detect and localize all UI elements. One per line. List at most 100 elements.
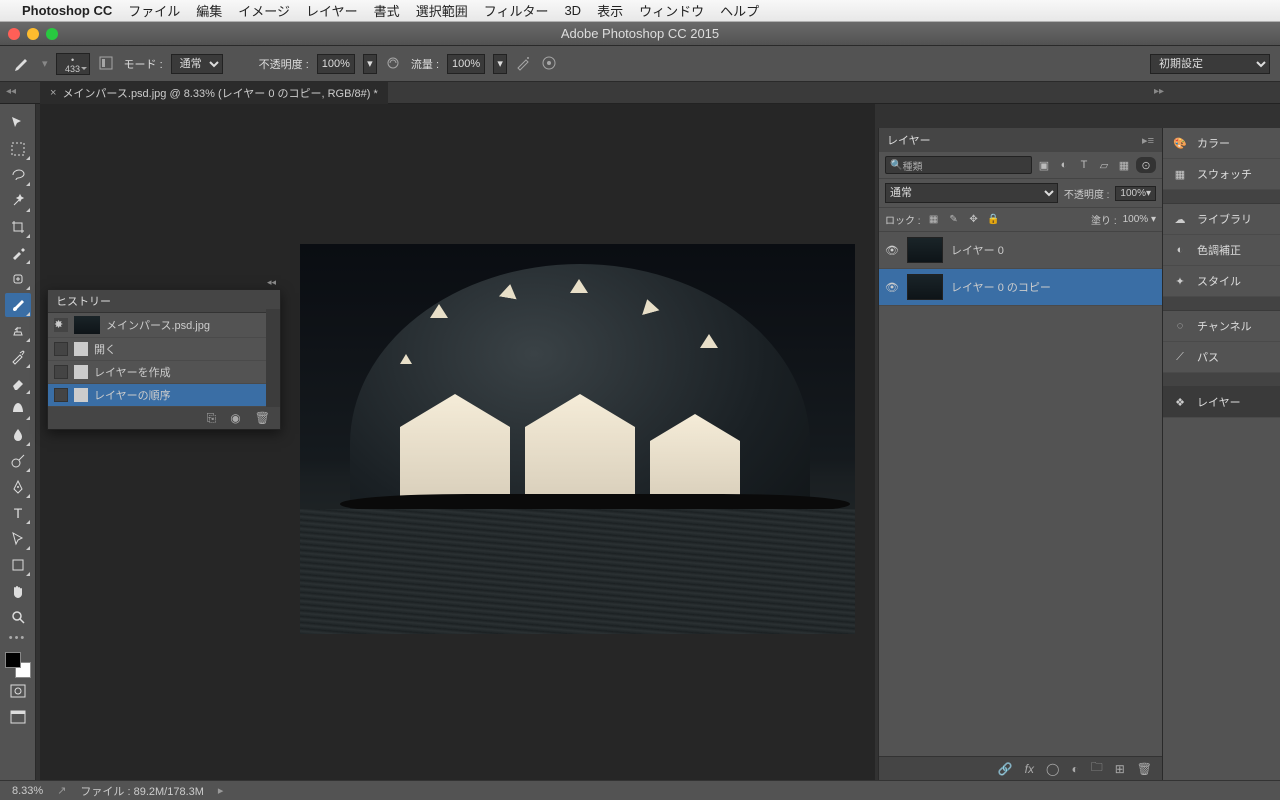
- panel-menu-icon[interactable]: ▸≡: [1142, 134, 1154, 147]
- layer-row[interactable]: 👁 レイヤー 0: [879, 232, 1162, 269]
- blur-tool[interactable]: [5, 423, 31, 447]
- lock-transparency-icon[interactable]: ▦: [927, 213, 941, 227]
- layer-group-icon[interactable]: 🗀: [1091, 758, 1103, 779]
- screen-mode-icon[interactable]: [5, 705, 31, 729]
- brush-tool-icon[interactable]: [10, 52, 34, 76]
- menu-help[interactable]: ヘルプ: [720, 1, 759, 20]
- brush-preset-picker[interactable]: •433: [56, 53, 90, 75]
- history-snapshot[interactable]: ✸ メインパース.psd.jpg: [48, 313, 280, 338]
- new-snapshot-icon[interactable]: ◉: [230, 411, 240, 425]
- canvas-area[interactable]: [40, 104, 875, 780]
- menu-view[interactable]: 表示: [597, 1, 623, 20]
- panel-adjustments[interactable]: ◐色調補正: [1163, 235, 1280, 266]
- workspace-preset-select[interactable]: 初期設定: [1150, 54, 1270, 74]
- lasso-tool[interactable]: [5, 163, 31, 187]
- filter-toggle-icon[interactable]: ⊙: [1136, 157, 1156, 173]
- flow-flyout[interactable]: ▾: [493, 54, 507, 74]
- menu-edit[interactable]: 編集: [196, 1, 222, 20]
- adjustment-layer-icon[interactable]: ◐: [1071, 762, 1078, 776]
- layer-blend-select[interactable]: 通常: [885, 183, 1058, 203]
- layer-row[interactable]: 👁 レイヤー 0 のコピー: [879, 269, 1162, 306]
- eraser-tool[interactable]: [5, 371, 31, 395]
- airbrush-icon[interactable]: [515, 55, 533, 73]
- marquee-tool[interactable]: [5, 137, 31, 161]
- history-step[interactable]: 開く: [48, 338, 280, 361]
- layer-opacity-value[interactable]: 100% ▾: [1115, 186, 1156, 201]
- pen-tool[interactable]: [5, 475, 31, 499]
- delete-layer-icon[interactable]: 🗑: [1137, 762, 1152, 776]
- color-swatch[interactable]: [5, 652, 31, 678]
- brush-panel-toggle-icon[interactable]: [98, 55, 116, 73]
- menu-layer[interactable]: レイヤー: [306, 1, 358, 20]
- pressure-size-icon[interactable]: [541, 55, 559, 73]
- info-flyout-icon[interactable]: ▸: [218, 784, 224, 797]
- lock-all-icon[interactable]: 🔒: [987, 213, 1001, 227]
- filter-adjust-icon[interactable]: ◐: [1056, 157, 1072, 173]
- panel-collapse-icon[interactable]: ◂◂: [267, 277, 276, 288]
- history-scrollbar[interactable]: [266, 309, 280, 407]
- panel-libraries[interactable]: ☁ライブラリ: [1163, 204, 1280, 235]
- panel-color[interactable]: 🎨カラー: [1163, 128, 1280, 159]
- close-tab-icon[interactable]: ×: [50, 87, 56, 99]
- menu-3d[interactable]: 3D: [564, 3, 581, 18]
- zoom-level[interactable]: 8.33%: [12, 785, 43, 797]
- menu-type[interactable]: 書式: [374, 1, 400, 20]
- menu-window[interactable]: ウィンドウ: [639, 1, 704, 20]
- opacity-flyout[interactable]: ▾: [363, 54, 377, 74]
- quick-mask-icon[interactable]: [5, 679, 31, 703]
- fill-value[interactable]: 100% ▾: [1123, 214, 1156, 225]
- collapse-right-icon[interactable]: ▸▸: [1154, 86, 1164, 97]
- menu-file[interactable]: ファイル: [128, 1, 180, 20]
- new-doc-from-state-icon[interactable]: ⎘: [207, 411, 217, 426]
- hand-tool[interactable]: [5, 579, 31, 603]
- zoom-tool[interactable]: [5, 605, 31, 629]
- history-step[interactable]: レイヤーの順序: [48, 384, 280, 407]
- visibility-icon[interactable]: 👁: [885, 243, 899, 257]
- link-layers-icon[interactable]: 🔗: [998, 762, 1013, 776]
- filter-smart-icon[interactable]: ▦: [1116, 157, 1132, 173]
- panel-paths[interactable]: ⟋パス: [1163, 342, 1280, 373]
- type-tool[interactable]: T: [5, 501, 31, 525]
- menu-filter[interactable]: フィルター: [484, 1, 549, 20]
- filter-pixel-icon[interactable]: ▣: [1036, 157, 1052, 173]
- file-info[interactable]: ファイル : 89.2M/178.3M: [80, 783, 204, 799]
- snapshot-toggle[interactable]: ✸: [54, 318, 68, 332]
- brush-tool[interactable]: [5, 293, 31, 317]
- menu-select[interactable]: 選択範囲: [416, 1, 468, 20]
- blend-mode-select[interactable]: 通常: [171, 54, 223, 74]
- panel-layers-tab[interactable]: ❖レイヤー: [1163, 387, 1280, 418]
- filter-shape-icon[interactable]: ▱: [1096, 157, 1112, 173]
- lock-pixels-icon[interactable]: ✎: [947, 213, 961, 227]
- history-step[interactable]: レイヤーを作成: [48, 361, 280, 384]
- new-layer-icon[interactable]: ⊞: [1115, 762, 1125, 776]
- crop-tool[interactable]: [5, 215, 31, 239]
- opacity-value[interactable]: 100%: [317, 54, 355, 74]
- collapse-left-icon[interactable]: ◂◂: [6, 86, 16, 97]
- move-tool[interactable]: [5, 111, 31, 135]
- delete-state-icon[interactable]: 🗑: [255, 411, 270, 425]
- document-tab[interactable]: × メインパース.psd.jpg @ 8.33% (レイヤー 0 のコピー, R…: [40, 82, 388, 104]
- visibility-icon[interactable]: 👁: [885, 280, 899, 294]
- clone-stamp-tool[interactable]: [5, 319, 31, 343]
- share-icon[interactable]: ↗: [57, 784, 66, 797]
- rectangle-tool[interactable]: [5, 553, 31, 577]
- layer-filter-select[interactable]: 🔍 種類: [885, 156, 1032, 174]
- layer-mask-icon[interactable]: ◯: [1046, 762, 1059, 776]
- history-brush-tool[interactable]: [5, 345, 31, 369]
- dodge-tool[interactable]: [5, 449, 31, 473]
- path-selection-tool[interactable]: [5, 527, 31, 551]
- healing-brush-tool[interactable]: [5, 267, 31, 291]
- document-canvas[interactable]: [300, 244, 855, 634]
- flow-value[interactable]: 100%: [447, 54, 485, 74]
- menu-app[interactable]: Photoshop CC: [22, 3, 112, 18]
- lock-position-icon[interactable]: ✥: [967, 213, 981, 227]
- panel-channels[interactable]: ◌チャンネル: [1163, 311, 1280, 342]
- panel-styles[interactable]: ✦スタイル: [1163, 266, 1280, 297]
- gradient-tool[interactable]: [5, 397, 31, 421]
- filter-type-icon[interactable]: T: [1076, 157, 1092, 173]
- eyedropper-tool[interactable]: [5, 241, 31, 265]
- layer-fx-icon[interactable]: fx: [1025, 762, 1034, 776]
- panel-swatches[interactable]: ▦スウォッチ: [1163, 159, 1280, 190]
- edit-toolbar-icon[interactable]: •••: [5, 631, 31, 645]
- pressure-opacity-icon[interactable]: [385, 55, 403, 73]
